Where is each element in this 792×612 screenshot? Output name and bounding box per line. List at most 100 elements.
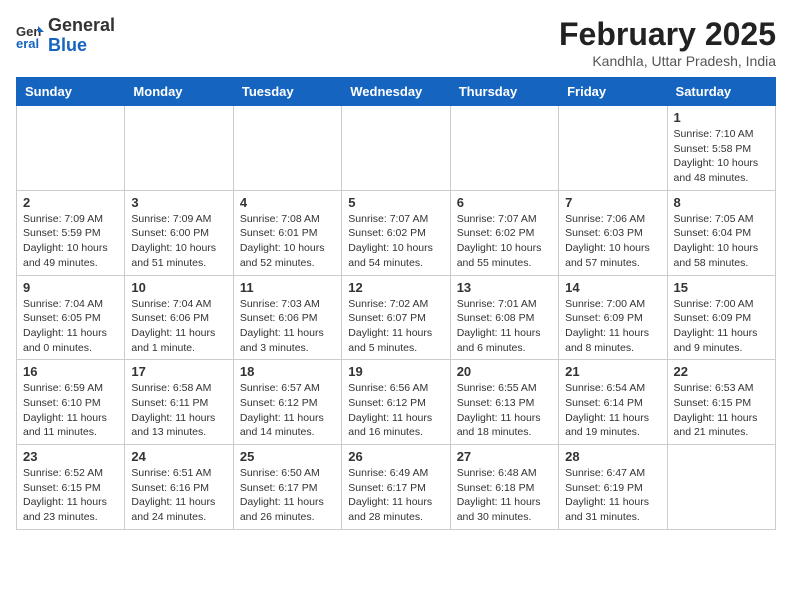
day-info: Sunrise: 7:02 AM Sunset: 6:07 PM Dayligh…: [348, 297, 443, 356]
day-info: Sunrise: 6:55 AM Sunset: 6:13 PM Dayligh…: [457, 381, 552, 440]
day-info: Sunrise: 7:07 AM Sunset: 6:02 PM Dayligh…: [348, 212, 443, 271]
day-number: 10: [131, 280, 226, 295]
day-info: Sunrise: 6:47 AM Sunset: 6:19 PM Dayligh…: [565, 466, 660, 525]
day-number: 2: [23, 195, 118, 210]
day-cell: 27 Sunrise: 6:48 AM Sunset: 6:18 PM Dayli…: [450, 445, 558, 530]
day-cell: 16Sunrise: 6:59 AM Sunset: 6:10 PM Dayli…: [17, 360, 125, 445]
day-number: 4: [240, 195, 335, 210]
weekday-header-friday: Friday: [559, 78, 667, 106]
day-cell: 12 Sunrise: 7:02 AM Sunset: 6:07 PM Dayli…: [342, 275, 450, 360]
day-info: Sunrise: 7:03 AM Sunset: 6:06 PM Dayligh…: [240, 297, 335, 356]
logo: Gen eral General Blue: [16, 16, 115, 56]
week-row-5: 23 Sunrise: 6:52 AM Sunset: 6:15 PM Dayli…: [17, 445, 776, 530]
day-number: 27: [457, 449, 552, 464]
day-number: 13: [457, 280, 552, 295]
day-cell: 26Sunrise: 6:49 AM Sunset: 6:17 PM Dayli…: [342, 445, 450, 530]
day-cell: 10 Sunrise: 7:04 AM Sunset: 6:06 PM Dayli…: [125, 275, 233, 360]
day-number: 20: [457, 364, 552, 379]
day-cell: 18 Sunrise: 6:57 AM Sunset: 6:12 PM Dayli…: [233, 360, 341, 445]
day-cell: [450, 106, 558, 191]
day-cell: 4 Sunrise: 7:08 AM Sunset: 6:01 PM Daylig…: [233, 190, 341, 275]
day-info: Sunrise: 6:54 AM Sunset: 6:14 PM Dayligh…: [565, 381, 660, 440]
day-info: Sunrise: 7:04 AM Sunset: 6:06 PM Dayligh…: [131, 297, 226, 356]
week-row-4: 16Sunrise: 6:59 AM Sunset: 6:10 PM Dayli…: [17, 360, 776, 445]
day-number: 14: [565, 280, 660, 295]
day-info: Sunrise: 6:57 AM Sunset: 6:12 PM Dayligh…: [240, 381, 335, 440]
day-cell: 28 Sunrise: 6:47 AM Sunset: 6:19 PM Dayli…: [559, 445, 667, 530]
day-number: 7: [565, 195, 660, 210]
month-title: February 2025: [559, 16, 776, 53]
day-cell: [17, 106, 125, 191]
calendar: SundayMondayTuesdayWednesdayThursdayFrid…: [16, 77, 776, 530]
day-number: 12: [348, 280, 443, 295]
day-cell: [667, 445, 775, 530]
day-info: Sunrise: 7:08 AM Sunset: 6:01 PM Dayligh…: [240, 212, 335, 271]
day-number: 28: [565, 449, 660, 464]
day-number: 23: [23, 449, 118, 464]
day-number: 6: [457, 195, 552, 210]
day-number: 24: [131, 449, 226, 464]
day-cell: 8 Sunrise: 7:05 AM Sunset: 6:04 PM Daylig…: [667, 190, 775, 275]
location: Kandhla, Uttar Pradesh, India: [559, 53, 776, 69]
day-cell: [342, 106, 450, 191]
day-cell: 17 Sunrise: 6:58 AM Sunset: 6:11 PM Dayli…: [125, 360, 233, 445]
day-info: Sunrise: 6:52 AM Sunset: 6:15 PM Dayligh…: [23, 466, 118, 525]
day-cell: [233, 106, 341, 191]
day-info: Sunrise: 6:50 AM Sunset: 6:17 PM Dayligh…: [240, 466, 335, 525]
day-info: Sunrise: 7:05 AM Sunset: 6:04 PM Dayligh…: [674, 212, 769, 271]
day-number: 5: [348, 195, 443, 210]
day-info: Sunrise: 7:09 AM Sunset: 6:00 PM Dayligh…: [131, 212, 226, 271]
day-info: Sunrise: 7:07 AM Sunset: 6:02 PM Dayligh…: [457, 212, 552, 271]
day-number: 15: [674, 280, 769, 295]
day-info: Sunrise: 7:04 AM Sunset: 6:05 PM Dayligh…: [23, 297, 118, 356]
day-info: Sunrise: 6:49 AM Sunset: 6:17 PM Dayligh…: [348, 466, 443, 525]
day-cell: 15 Sunrise: 7:00 AM Sunset: 6:09 PM Dayli…: [667, 275, 775, 360]
weekday-header-tuesday: Tuesday: [233, 78, 341, 106]
day-cell: [559, 106, 667, 191]
day-number: 11: [240, 280, 335, 295]
day-cell: 23 Sunrise: 6:52 AM Sunset: 6:15 PM Dayli…: [17, 445, 125, 530]
day-cell: [125, 106, 233, 191]
weekday-header-saturday: Saturday: [667, 78, 775, 106]
day-number: 16: [23, 364, 118, 379]
day-cell: 6 Sunrise: 7:07 AM Sunset: 6:02 PM Daylig…: [450, 190, 558, 275]
day-number: 17: [131, 364, 226, 379]
page-header: Gen eral General Blue February 2025 Kand…: [16, 16, 776, 69]
day-info: Sunrise: 7:01 AM Sunset: 6:08 PM Dayligh…: [457, 297, 552, 356]
day-cell: 19Sunrise: 6:56 AM Sunset: 6:12 PM Dayli…: [342, 360, 450, 445]
title-block: February 2025 Kandhla, Uttar Pradesh, In…: [559, 16, 776, 69]
day-number: 1: [674, 110, 769, 125]
weekday-header-sunday: Sunday: [17, 78, 125, 106]
day-number: 25: [240, 449, 335, 464]
day-number: 18: [240, 364, 335, 379]
day-info: Sunrise: 6:51 AM Sunset: 6:16 PM Dayligh…: [131, 466, 226, 525]
day-info: Sunrise: 6:56 AM Sunset: 6:12 PM Dayligh…: [348, 381, 443, 440]
day-info: Sunrise: 6:53 AM Sunset: 6:15 PM Dayligh…: [674, 381, 769, 440]
day-cell: 7Sunrise: 7:06 AM Sunset: 6:03 PM Daylig…: [559, 190, 667, 275]
day-info: Sunrise: 6:48 AM Sunset: 6:18 PM Dayligh…: [457, 466, 552, 525]
day-info: Sunrise: 6:58 AM Sunset: 6:11 PM Dayligh…: [131, 381, 226, 440]
weekday-header-monday: Monday: [125, 78, 233, 106]
day-info: Sunrise: 7:00 AM Sunset: 6:09 PM Dayligh…: [674, 297, 769, 356]
day-cell: 22 Sunrise: 6:53 AM Sunset: 6:15 PM Dayli…: [667, 360, 775, 445]
day-number: 8: [674, 195, 769, 210]
svg-text:eral: eral: [16, 36, 39, 50]
day-cell: 5 Sunrise: 7:07 AM Sunset: 6:02 PM Daylig…: [342, 190, 450, 275]
day-cell: 21 Sunrise: 6:54 AM Sunset: 6:14 PM Dayli…: [559, 360, 667, 445]
logo-text: General Blue: [48, 15, 115, 55]
week-row-3: 9Sunrise: 7:04 AM Sunset: 6:05 PM Daylig…: [17, 275, 776, 360]
day-cell: 25 Sunrise: 6:50 AM Sunset: 6:17 PM Dayli…: [233, 445, 341, 530]
day-info: Sunrise: 7:00 AM Sunset: 6:09 PM Dayligh…: [565, 297, 660, 356]
week-row-1: 1Sunrise: 7:10 AM Sunset: 5:58 PM Daylig…: [17, 106, 776, 191]
day-cell: 3 Sunrise: 7:09 AM Sunset: 6:00 PM Daylig…: [125, 190, 233, 275]
day-cell: 20 Sunrise: 6:55 AM Sunset: 6:13 PM Dayli…: [450, 360, 558, 445]
day-number: 21: [565, 364, 660, 379]
day-cell: 1Sunrise: 7:10 AM Sunset: 5:58 PM Daylig…: [667, 106, 775, 191]
weekday-header-wednesday: Wednesday: [342, 78, 450, 106]
day-cell: 13 Sunrise: 7:01 AM Sunset: 6:08 PM Dayli…: [450, 275, 558, 360]
day-number: 3: [131, 195, 226, 210]
day-cell: 11 Sunrise: 7:03 AM Sunset: 6:06 PM Dayli…: [233, 275, 341, 360]
day-info: Sunrise: 7:09 AM Sunset: 5:59 PM Dayligh…: [23, 212, 118, 271]
weekday-header-thursday: Thursday: [450, 78, 558, 106]
day-number: 22: [674, 364, 769, 379]
